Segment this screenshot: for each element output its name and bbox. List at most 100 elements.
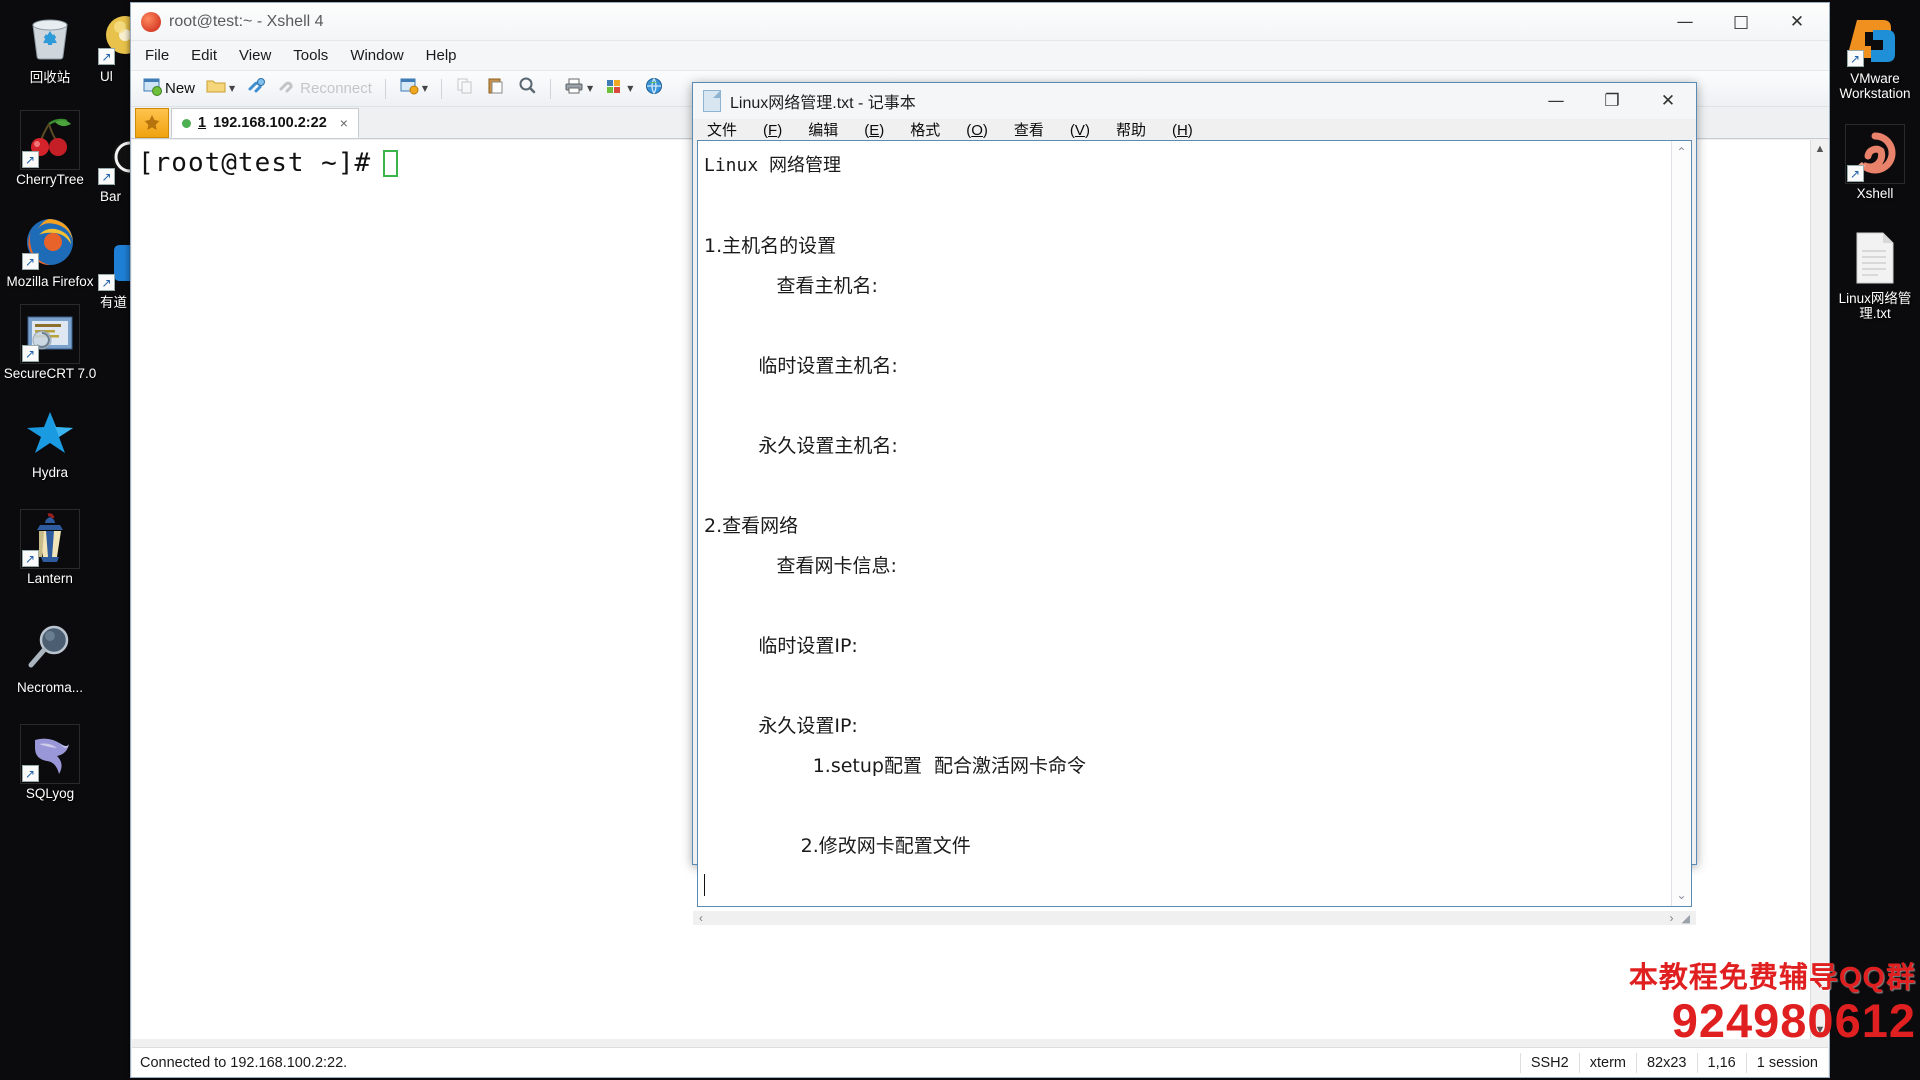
paste-button[interactable] [483, 75, 509, 103]
desktop-icon-label: Necroma... [16, 680, 84, 695]
notepad-maximize-button[interactable]: ❐ [1584, 83, 1640, 119]
menu-item-file[interactable]: File [145, 47, 169, 64]
text-document-icon [703, 90, 721, 112]
xshell-app-icon [141, 11, 161, 32]
globe-icon [644, 77, 664, 100]
tab-close-icon[interactable]: × [340, 115, 348, 131]
notepad-window[interactable]: Linux网络管理.txt - 记事本 — ❐ ✕ 文件 (F) 编辑 (E) 格式… [692, 82, 1697, 925]
xshell-statusbar: Connected to 192.168.100.2:22. SSH2 xter… [132, 1047, 1828, 1077]
status-dimensions: 82x23 [1635, 1052, 1697, 1073]
status-session-count: 1 session [1745, 1052, 1828, 1073]
menu-item-window[interactable]: Window [350, 47, 403, 64]
terminal-prompt-text: [root@test ~]# [138, 148, 372, 178]
notepad-text-content[interactable]: Linux 网络管理 1.主机名的设置 查看主机名: 临时设置主机名: 永久设置… [698, 141, 1671, 906]
shortcut-arrow-icon: ↗ [21, 765, 39, 782]
notepad-menu-edit[interactable]: 编辑 (E) [808, 119, 884, 140]
transfer-button[interactable]: ▼ [601, 75, 636, 103]
notepad-text-area-container[interactable]: Linux 网络管理 1.主机名的设置 查看主机名: 临时设置主机名: 永久设置… [697, 140, 1692, 907]
desktop-icon-label: Xshell [1856, 186, 1894, 201]
menu-item-edit[interactable]: Edit [191, 47, 217, 64]
sessions-icon [399, 77, 419, 100]
connection-status-text: Connected to 192.168.100.2:22. [140, 1054, 348, 1071]
desktop-icon-hydra[interactable]: Hydra [0, 403, 100, 480]
desktop-icon-sqlyog[interactable]: ↗ SQLyog [0, 724, 100, 801]
notepad-menu-format[interactable]: 格式 (O) [910, 119, 988, 140]
copy-button[interactable] [452, 75, 478, 103]
magnifier-icon [21, 618, 79, 676]
shortcut-arrow-icon: ↗ [21, 151, 39, 168]
desktop-icon-lantern[interactable]: ↗ Lantern [0, 509, 100, 586]
notepad-close-button[interactable]: ✕ [1640, 83, 1696, 119]
notepad-scroll-right-icon[interactable]: › [1670, 911, 1674, 925]
tab-address: 192.168.100.2:22 [213, 115, 327, 131]
shortcut-arrow-icon: ↗ [98, 48, 115, 65]
open-folder-icon [206, 77, 226, 100]
session-launcher-button[interactable] [135, 108, 169, 138]
notepad-scroll-up-icon[interactable]: ⌃ [1676, 141, 1686, 159]
desktop-icon-recycle-bin[interactable]: 回收站 [0, 8, 100, 85]
notepad-horizontal-scrollbar[interactable]: ‹ › ◢ [693, 911, 1696, 925]
transfer-dropdown-caret-icon[interactable]: ▼ [627, 84, 633, 93]
notepad-titlebar[interactable]: Linux网络管理.txt - 记事本 — ❐ ✕ [693, 83, 1696, 119]
scroll-down-arrow-icon[interactable]: ▼ [1815, 1021, 1826, 1039]
desktop-icon-xshell[interactable]: ↗ Xshell [1830, 124, 1920, 201]
menu-item-view[interactable]: View [239, 47, 271, 64]
globe-button[interactable] [641, 75, 667, 103]
notepad-vertical-scrollbar[interactable]: ⌃ ⌄ [1671, 141, 1691, 906]
desktop-icon-column-right: ↗ VMware Workstation ↗ Xshell Linux网络管理.… [1830, 10, 1920, 331]
desktop-icon-linux-network-txt[interactable]: Linux网络管理.txt [1830, 229, 1920, 321]
terminal-tab[interactable]: 1 192.168.100.2:22 × [171, 108, 359, 138]
reconnect-button[interactable]: Reconnect [274, 75, 375, 103]
new-session-label: New [165, 80, 196, 97]
xshell-close-button[interactable]: ✕ [1769, 4, 1825, 40]
notepad-minimize-button[interactable]: — [1528, 83, 1584, 119]
print-dropdown-caret-icon[interactable]: ▼ [587, 84, 593, 93]
xshell-titlebar[interactable]: root@test:~ - Xshell 4 — □ ✕ [131, 3, 1829, 41]
reconnect-label: Reconnect [300, 80, 372, 97]
print-button[interactable]: ▼ [561, 75, 596, 103]
connect-button[interactable] [243, 75, 269, 103]
xshell-maximize-button[interactable]: □ [1713, 4, 1769, 40]
desktop-icon-securecrt[interactable]: ↗ SecureCRT 7.0 [0, 304, 100, 381]
desktop-icon-cherrytree[interactable]: ↗ CherryTree [0, 110, 100, 187]
xshell-window-controls: — □ ✕ [1657, 4, 1825, 40]
menu-item-help[interactable]: Help [426, 47, 457, 64]
notepad-menubar: 文件 (F) 编辑 (E) 格式 (O) 查看 (V) 帮助 (H) [693, 119, 1696, 140]
desktop-icon-vmware[interactable]: ↗ VMware Workstation [1830, 10, 1920, 101]
xshell-minimize-button[interactable]: — [1657, 4, 1713, 40]
notepad-scroll-left-icon[interactable]: ‹ [699, 911, 703, 925]
desktop-icon-necromancer[interactable]: Necroma... [0, 618, 100, 695]
menu-item-tools[interactable]: Tools [293, 47, 328, 64]
notepad-line: 临时设置主机名: [704, 355, 898, 377]
notepad-menu-view[interactable]: 查看 (V) [1014, 119, 1090, 140]
sessions-manager-button[interactable]: ▼ [396, 75, 431, 103]
desktop-icon-label: 回收站 [29, 70, 71, 85]
terminal-vertical-scrollbar[interactable]: ▲ ▼ [1810, 140, 1829, 1039]
sessions-dropdown-caret-icon[interactable]: ▼ [422, 84, 428, 93]
notepad-line: 永久设置主机名: [704, 435, 898, 457]
notepad-scroll-down-icon[interactable]: ⌄ [1676, 888, 1686, 906]
notepad-line: 查看主机名: [704, 275, 878, 297]
shortcut-arrow-icon: ↗ [21, 253, 39, 270]
shortcut-arrow-icon: ↗ [1846, 165, 1864, 182]
desktop-icon-label: SecureCRT 7.0 [3, 366, 97, 381]
open-dropdown-caret-icon[interactable]: ▼ [229, 84, 235, 93]
desktop-icon-firefox[interactable]: ↗ Mozilla Firefox [0, 213, 100, 289]
status-terminal-type: xterm [1578, 1052, 1636, 1073]
new-session-button[interactable]: New [139, 75, 198, 103]
toolbar-separator [441, 78, 443, 99]
notepad-menu-help[interactable]: 帮助 (H) [1116, 119, 1193, 140]
find-button[interactable] [514, 75, 540, 103]
open-session-button[interactable]: ▼ [203, 75, 238, 103]
notepad-line [704, 786, 1671, 826]
reconnect-icon [277, 77, 297, 100]
xshell-window-title: root@test:~ - Xshell 4 [169, 12, 324, 30]
scroll-up-arrow-icon[interactable]: ▲ [1815, 140, 1826, 158]
notepad-line [704, 186, 1671, 226]
notepad-resize-grip-icon[interactable]: ◢ [1682, 912, 1690, 925]
notepad-menu-file[interactable]: 文件 (F) [707, 119, 782, 140]
notepad-line: 1.setup配置 配合激活网卡命令 [704, 755, 1087, 777]
shortcut-arrow-icon: ↗ [98, 274, 115, 291]
desktop-icon-label: VMware Workstation [1839, 71, 1911, 101]
connect-icon [246, 77, 266, 100]
